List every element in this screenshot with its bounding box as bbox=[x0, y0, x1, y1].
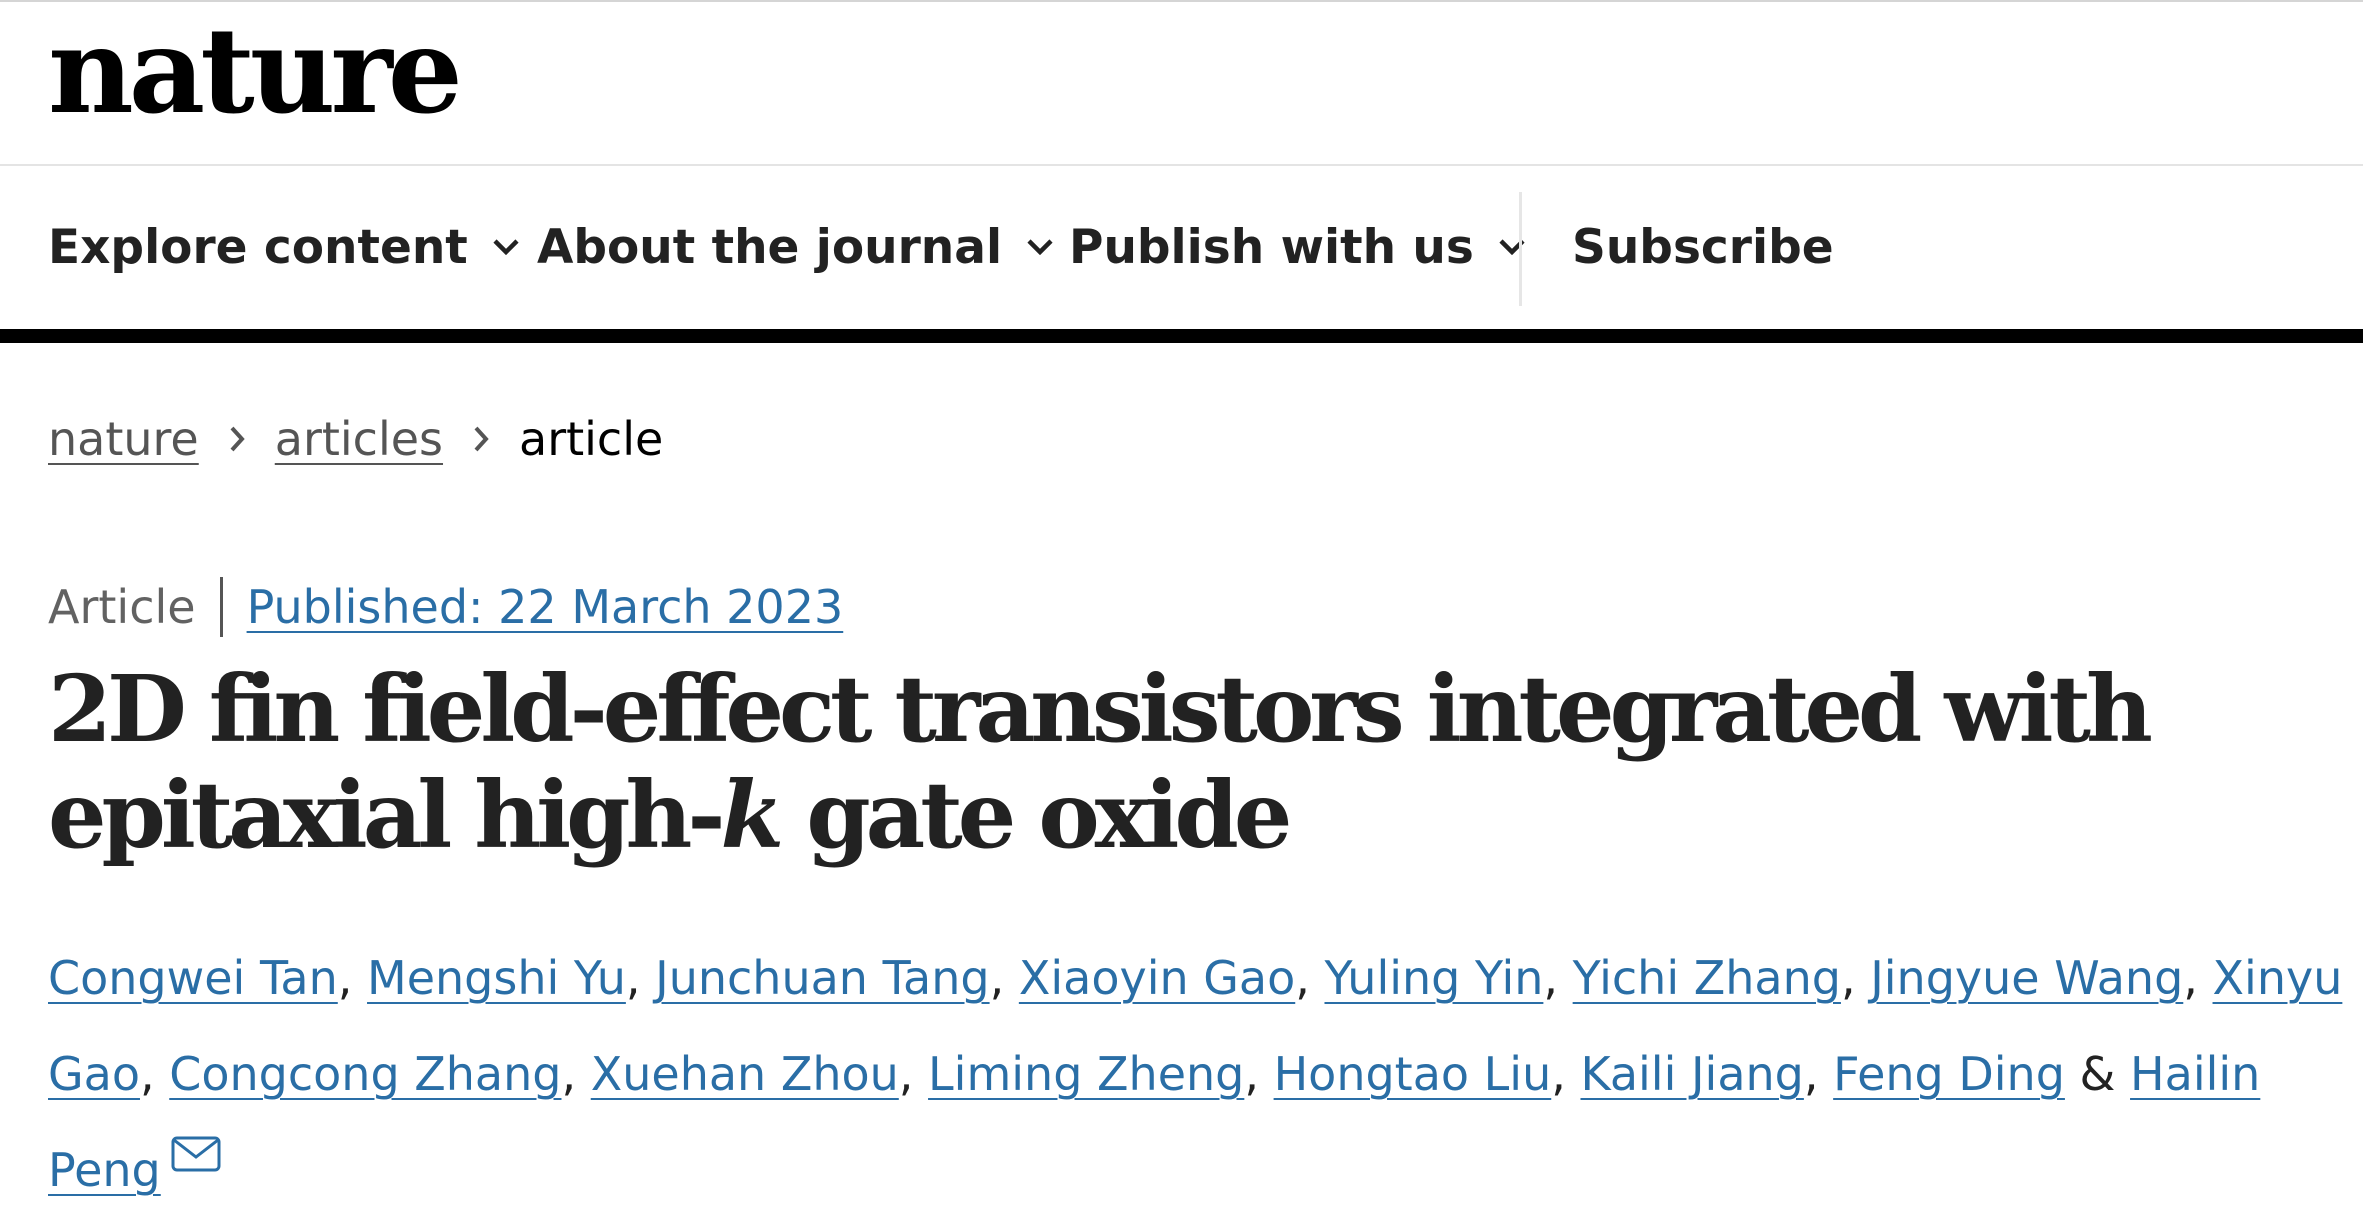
mail-icon[interactable] bbox=[171, 1136, 221, 1172]
author-separator: , bbox=[561, 1047, 591, 1101]
author-separator: , bbox=[989, 951, 1019, 1005]
author-link[interactable]: Hongtao Liu bbox=[1274, 1047, 1552, 1101]
nav-explore-content[interactable]: Explore content bbox=[48, 166, 520, 328]
author-link[interactable]: Yuling Yin bbox=[1324, 951, 1543, 1005]
author-link[interactable]: Congwei Tan bbox=[48, 951, 338, 1005]
nav-publish-with-us-label: Publish with us bbox=[1069, 219, 1474, 275]
chevron-down-icon bbox=[1027, 239, 1053, 256]
author-link[interactable]: Jingyue Wang bbox=[1870, 951, 2183, 1005]
main-nav: Explore content About the journal Publis… bbox=[0, 166, 2363, 328]
breadcrumb-nature[interactable]: nature bbox=[48, 412, 199, 466]
author-link[interactable]: Junchuan Tang bbox=[655, 951, 989, 1005]
nav-publish-with-us[interactable]: Publish with us bbox=[1069, 166, 1526, 328]
nav-bottom-bar bbox=[0, 329, 2363, 343]
title-italic-k: k bbox=[720, 761, 785, 869]
author-link[interactable]: Mengshi Yu bbox=[367, 951, 626, 1005]
breadcrumb-current: article bbox=[519, 412, 664, 466]
published-date-link[interactable]: Published: 22 March 2023 bbox=[247, 580, 844, 634]
author-link[interactable]: Congcong Zhang bbox=[169, 1047, 561, 1101]
author-link[interactable]: Xuehan Zhou bbox=[591, 1047, 899, 1101]
author-separator: , bbox=[1295, 951, 1325, 1005]
author-link[interactable]: Kaili Jiang bbox=[1580, 1047, 1803, 1101]
nature-logo[interactable]: nature bbox=[48, 6, 463, 136]
nav-about-journal[interactable]: About the journal bbox=[537, 166, 1054, 328]
meta-divider bbox=[219, 577, 223, 637]
author-list: Congwei Tan, Mengshi Yu, Junchuan Tang, … bbox=[48, 930, 2348, 1218]
nav-subscribe[interactable]: Subscribe bbox=[1572, 166, 1834, 328]
author-ampersand: & bbox=[2064, 1047, 2131, 1101]
author-separator: , bbox=[1551, 1047, 1581, 1101]
author-separator: , bbox=[898, 1047, 929, 1101]
article-meta: Article Published: 22 March 2023 bbox=[48, 572, 843, 642]
breadcrumb: nature articles article bbox=[48, 404, 663, 474]
author-separator: , bbox=[1543, 951, 1573, 1005]
author-separator: , bbox=[337, 951, 368, 1005]
author-link[interactable]: Feng Ding bbox=[1833, 1047, 2065, 1101]
author-separator: , bbox=[139, 1047, 170, 1101]
author-link[interactable]: Xiaoyin Gao bbox=[1019, 951, 1295, 1005]
author-separator: , bbox=[1803, 1047, 1834, 1101]
chevron-down-icon bbox=[493, 239, 519, 256]
nav-about-journal-label: About the journal bbox=[537, 219, 1003, 275]
author-separator: , bbox=[1840, 951, 1871, 1005]
breadcrumb-articles[interactable]: articles bbox=[275, 412, 443, 466]
nav-subscribe-label: Subscribe bbox=[1572, 219, 1834, 275]
author-separator: , bbox=[1244, 1047, 1274, 1101]
nav-explore-content-label: Explore content bbox=[48, 219, 468, 275]
article-title: 2D fin field-effect transistors integrat… bbox=[48, 656, 2328, 868]
author-link[interactable]: Yichi Zhang bbox=[1573, 951, 1841, 1005]
author-separator: , bbox=[625, 951, 656, 1005]
chevron-right-icon bbox=[230, 426, 245, 452]
author-separator: , bbox=[2183, 951, 2213, 1005]
nav-divider bbox=[1519, 192, 1522, 306]
article-type: Article bbox=[48, 580, 196, 634]
chevron-right-icon bbox=[474, 426, 489, 452]
author-link[interactable]: Liming Zheng bbox=[928, 1047, 1244, 1101]
title-text-end: gate oxide bbox=[779, 761, 1292, 869]
